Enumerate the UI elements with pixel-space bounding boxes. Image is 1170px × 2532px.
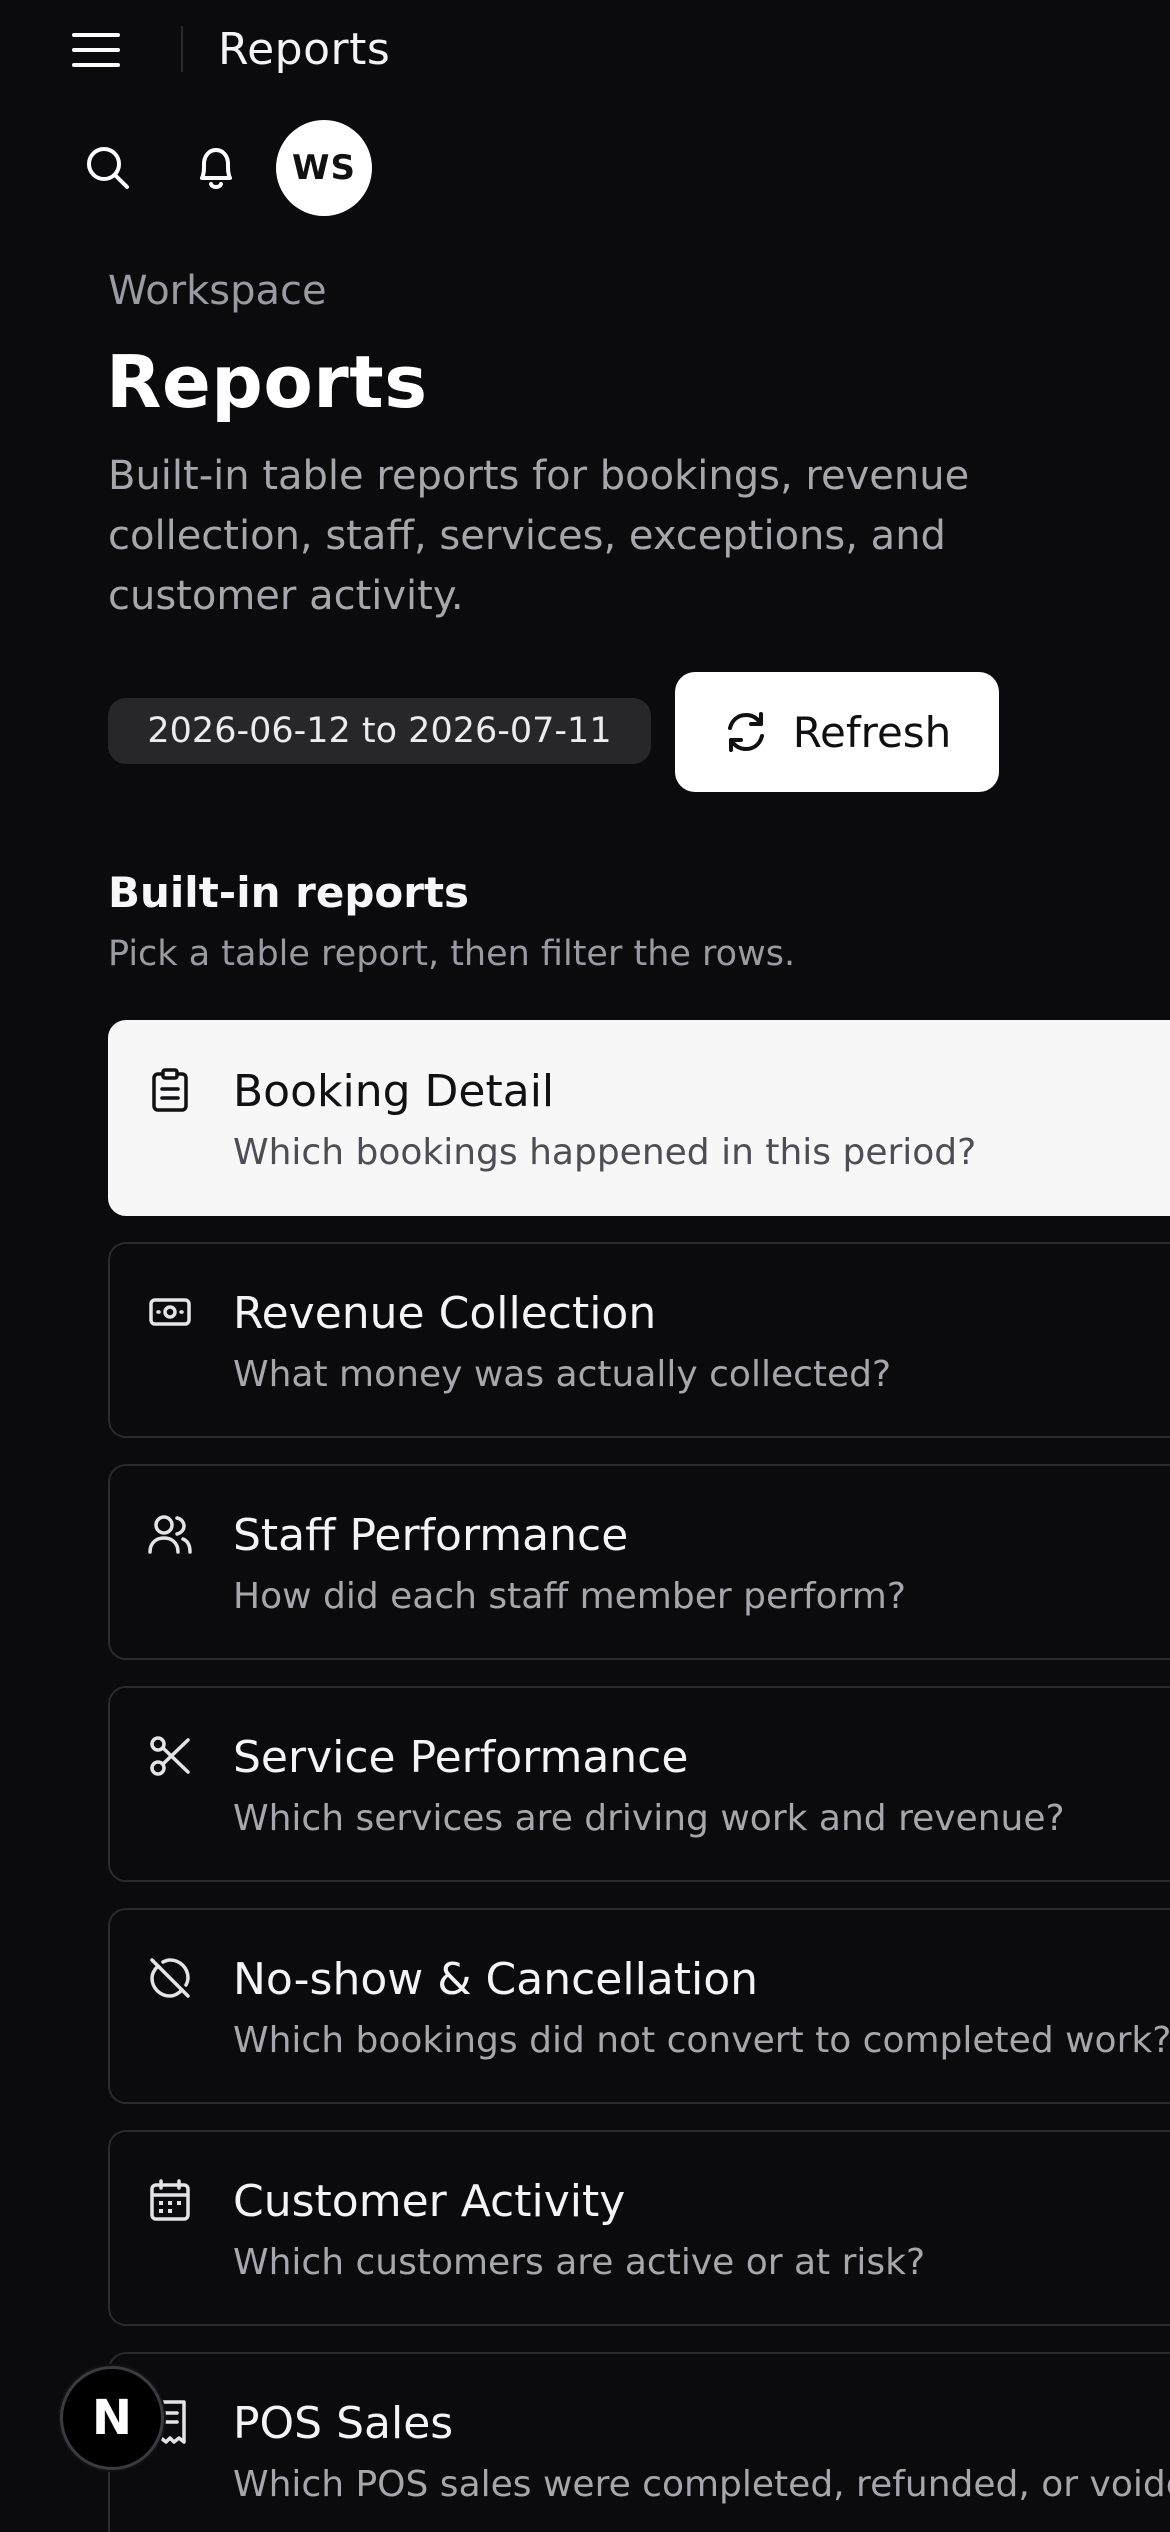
report-description: Which services are driving work and reve… [233,1798,1065,1839]
report-title: Customer Activity [233,2176,626,2227]
refresh-button[interactable]: Refresh [675,672,999,792]
top-bar: Reports [0,0,1170,100]
report-description: Which bookings happened in this period? [233,1132,977,1173]
users-icon [146,1510,194,1558]
clipboard-icon [146,1066,194,1114]
report-description: What money was actually collected? [233,1354,892,1395]
report-description: How did each staff member perform? [233,1576,906,1617]
bell-icon [200,148,232,189]
refresh-label: Refresh [792,707,952,757]
calendar-icon [146,2176,194,2224]
menu-button[interactable] [64,20,128,80]
report-title: POS Sales [233,2398,454,2449]
report-card-customer-activity[interactable]: Customer Activity Which customers are ac… [108,2130,1170,2326]
report-description: Which customers are active or at risk? [233,2242,926,2283]
report-description: Which bookings did not convert to comple… [233,2020,1170,2061]
topbar-divider [181,26,183,72]
report-card-pos-sales[interactable]: POS Sales Which POS sales were completed… [108,2352,1170,2532]
report-title: Staff Performance [233,1510,629,1561]
ban-icon [146,1954,194,2002]
section-title: Built-in reports [108,868,470,917]
report-card-revenue-collection[interactable]: Revenue Collection What money was actual… [108,1242,1170,1438]
eyebrow-label: Workspace [108,268,327,314]
refresh-icon [727,712,764,752]
page-title: Reports [106,340,428,424]
scissors-icon [146,1732,194,1780]
report-title: Revenue Collection [233,1288,657,1339]
search-icon [87,147,129,189]
report-description: Which POS sales were completed, refunded… [233,2464,1170,2505]
avatar[interactable]: WS [276,120,372,216]
header-actions: WS [0,118,1170,218]
report-title: Service Performance [233,1732,689,1783]
report-title: No-show & Cancellation [233,1954,759,2005]
section-subtitle: Pick a table report, then filter the row… [108,934,796,974]
report-title: Booking Detail [233,1066,555,1117]
notifications-button[interactable] [180,132,252,204]
report-card-staff-performance[interactable]: Staff Performance How did each staff mem… [108,1464,1170,1660]
date-range-chip[interactable]: 2026-06-12 to 2026-07-11 [108,698,651,764]
page-description: Built-in table reports for bookings, rev… [108,453,970,619]
report-card-no-show-cancellation[interactable]: No-show & Cancellation Which bookings di… [108,1908,1170,2104]
menu-icon [72,33,120,67]
banknote-icon [146,1288,194,1336]
reports-screen: Reports WS Workspace Reports Built-in ta… [0,0,1170,2532]
report-card-service-performance[interactable]: Service Performance Which services are d… [108,1686,1170,1882]
search-button[interactable] [72,132,144,204]
floating-n-badge[interactable]: N [60,2366,164,2470]
report-card-booking-detail[interactable]: Booking Detail Which bookings happened i… [108,1020,1170,1216]
topbar-title: Reports [218,24,391,75]
